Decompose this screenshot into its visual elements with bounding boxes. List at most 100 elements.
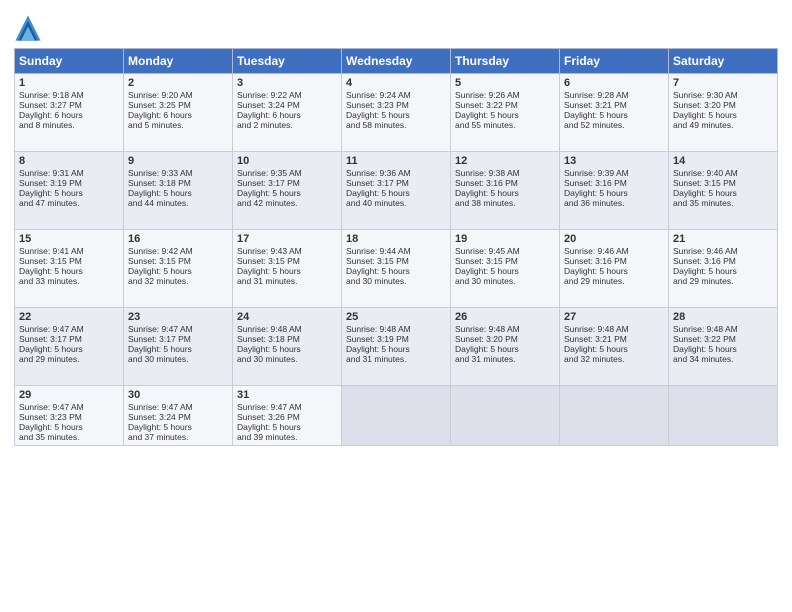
day-info-line: Sunset: 3:20 PM: [673, 100, 773, 110]
day-info-line: Daylight: 6 hours: [128, 110, 228, 120]
day-info-line: Sunset: 3:15 PM: [673, 178, 773, 188]
day-number: 25: [346, 311, 446, 323]
day-info-line: Sunset: 3:21 PM: [564, 100, 664, 110]
day-number: 16: [128, 233, 228, 245]
day-info-line: and 44 minutes.: [128, 198, 228, 208]
logo-icon: [14, 14, 42, 42]
day-info-line: and 32 minutes.: [564, 354, 664, 364]
day-cell: [560, 386, 669, 446]
logo: [14, 14, 44, 42]
day-info-line: Daylight: 5 hours: [237, 422, 337, 432]
day-cell: 14Sunrise: 9:40 AMSunset: 3:15 PMDayligh…: [669, 152, 778, 230]
day-info-line: Sunset: 3:19 PM: [19, 178, 119, 188]
day-info-line: Daylight: 5 hours: [19, 266, 119, 276]
day-cell: 17Sunrise: 9:43 AMSunset: 3:15 PMDayligh…: [233, 230, 342, 308]
day-info-line: Daylight: 5 hours: [346, 188, 446, 198]
day-info-line: Sunrise: 9:30 AM: [673, 90, 773, 100]
day-number: 9: [128, 155, 228, 167]
day-number: 23: [128, 311, 228, 323]
col-header-sunday: Sunday: [15, 49, 124, 74]
header: [14, 10, 778, 42]
day-info-line: Daylight: 5 hours: [237, 344, 337, 354]
day-info-line: and 31 minutes.: [346, 354, 446, 364]
day-number: 26: [455, 311, 555, 323]
day-number: 20: [564, 233, 664, 245]
day-info-line: Sunrise: 9:47 AM: [19, 402, 119, 412]
day-cell: 3Sunrise: 9:22 AMSunset: 3:24 PMDaylight…: [233, 74, 342, 152]
day-number: 17: [237, 233, 337, 245]
day-number: 19: [455, 233, 555, 245]
day-info-line: Daylight: 5 hours: [346, 110, 446, 120]
day-info-line: Sunset: 3:18 PM: [237, 334, 337, 344]
day-info-line: Daylight: 5 hours: [237, 188, 337, 198]
header-row: SundayMondayTuesdayWednesdayThursdayFrid…: [15, 49, 778, 74]
day-cell: 16Sunrise: 9:42 AMSunset: 3:15 PMDayligh…: [124, 230, 233, 308]
day-info-line: Sunrise: 9:47 AM: [19, 324, 119, 334]
day-number: 27: [564, 311, 664, 323]
day-info-line: Daylight: 5 hours: [673, 344, 773, 354]
day-info-line: Sunrise: 9:36 AM: [346, 168, 446, 178]
day-info-line: Sunrise: 9:40 AM: [673, 168, 773, 178]
day-info-line: Sunset: 3:15 PM: [237, 256, 337, 266]
day-info-line: Sunrise: 9:44 AM: [346, 246, 446, 256]
day-number: 30: [128, 389, 228, 401]
day-info-line: Sunrise: 9:42 AM: [128, 246, 228, 256]
page-container: SundayMondayTuesdayWednesdayThursdayFrid…: [0, 0, 792, 456]
day-info-line: Sunrise: 9:48 AM: [237, 324, 337, 334]
day-info-line: Sunrise: 9:48 AM: [455, 324, 555, 334]
day-info-line: Sunset: 3:25 PM: [128, 100, 228, 110]
day-cell: 22Sunrise: 9:47 AMSunset: 3:17 PMDayligh…: [15, 308, 124, 386]
day-number: 3: [237, 77, 337, 89]
day-number: 28: [673, 311, 773, 323]
day-info-line: and 8 minutes.: [19, 120, 119, 130]
day-info-line: and 30 minutes.: [237, 354, 337, 364]
day-info-line: Sunset: 3:17 PM: [237, 178, 337, 188]
day-info-line: Sunset: 3:20 PM: [455, 334, 555, 344]
day-info-line: Sunset: 3:24 PM: [237, 100, 337, 110]
day-cell: 18Sunrise: 9:44 AMSunset: 3:15 PMDayligh…: [342, 230, 451, 308]
day-cell: 7Sunrise: 9:30 AMSunset: 3:20 PMDaylight…: [669, 74, 778, 152]
day-info-line: and 32 minutes.: [128, 276, 228, 286]
day-info-line: Daylight: 5 hours: [19, 188, 119, 198]
day-info-line: Sunrise: 9:46 AM: [673, 246, 773, 256]
day-number: 7: [673, 77, 773, 89]
col-header-friday: Friday: [560, 49, 669, 74]
day-info-line: Sunrise: 9:46 AM: [564, 246, 664, 256]
day-info-line: Sunrise: 9:31 AM: [19, 168, 119, 178]
week-row-1: 1Sunrise: 9:18 AMSunset: 3:27 PMDaylight…: [15, 74, 778, 152]
week-row-5: 29Sunrise: 9:47 AMSunset: 3:23 PMDayligh…: [15, 386, 778, 446]
day-info-line: Sunset: 3:27 PM: [19, 100, 119, 110]
day-number: 31: [237, 389, 337, 401]
day-cell: 13Sunrise: 9:39 AMSunset: 3:16 PMDayligh…: [560, 152, 669, 230]
day-info-line: and 2 minutes.: [237, 120, 337, 130]
day-cell: 26Sunrise: 9:48 AMSunset: 3:20 PMDayligh…: [451, 308, 560, 386]
day-info-line: Sunset: 3:23 PM: [346, 100, 446, 110]
day-number: 4: [346, 77, 446, 89]
day-info-line: Sunset: 3:16 PM: [455, 178, 555, 188]
day-info-line: and 37 minutes.: [128, 432, 228, 442]
day-number: 10: [237, 155, 337, 167]
day-info-line: Daylight: 5 hours: [128, 344, 228, 354]
day-cell: 4Sunrise: 9:24 AMSunset: 3:23 PMDaylight…: [342, 74, 451, 152]
day-info-line: Sunset: 3:17 PM: [346, 178, 446, 188]
day-number: 15: [19, 233, 119, 245]
day-number: 1: [19, 77, 119, 89]
day-info-line: Sunrise: 9:39 AM: [564, 168, 664, 178]
day-info-line: Daylight: 5 hours: [673, 110, 773, 120]
day-cell: 24Sunrise: 9:48 AMSunset: 3:18 PMDayligh…: [233, 308, 342, 386]
day-cell: 15Sunrise: 9:41 AMSunset: 3:15 PMDayligh…: [15, 230, 124, 308]
day-number: 2: [128, 77, 228, 89]
day-info-line: Sunrise: 9:47 AM: [237, 402, 337, 412]
day-info-line: Daylight: 6 hours: [19, 110, 119, 120]
day-info-line: and 5 minutes.: [128, 120, 228, 130]
day-info-line: Sunset: 3:24 PM: [128, 412, 228, 422]
day-info-line: Daylight: 5 hours: [564, 110, 664, 120]
day-info-line: Sunrise: 9:47 AM: [128, 324, 228, 334]
day-info-line: Sunrise: 9:45 AM: [455, 246, 555, 256]
day-cell: 20Sunrise: 9:46 AMSunset: 3:16 PMDayligh…: [560, 230, 669, 308]
day-number: 12: [455, 155, 555, 167]
day-info-line: Sunrise: 9:33 AM: [128, 168, 228, 178]
day-info-line: Sunset: 3:18 PM: [128, 178, 228, 188]
col-header-tuesday: Tuesday: [233, 49, 342, 74]
day-info-line: and 39 minutes.: [237, 432, 337, 442]
